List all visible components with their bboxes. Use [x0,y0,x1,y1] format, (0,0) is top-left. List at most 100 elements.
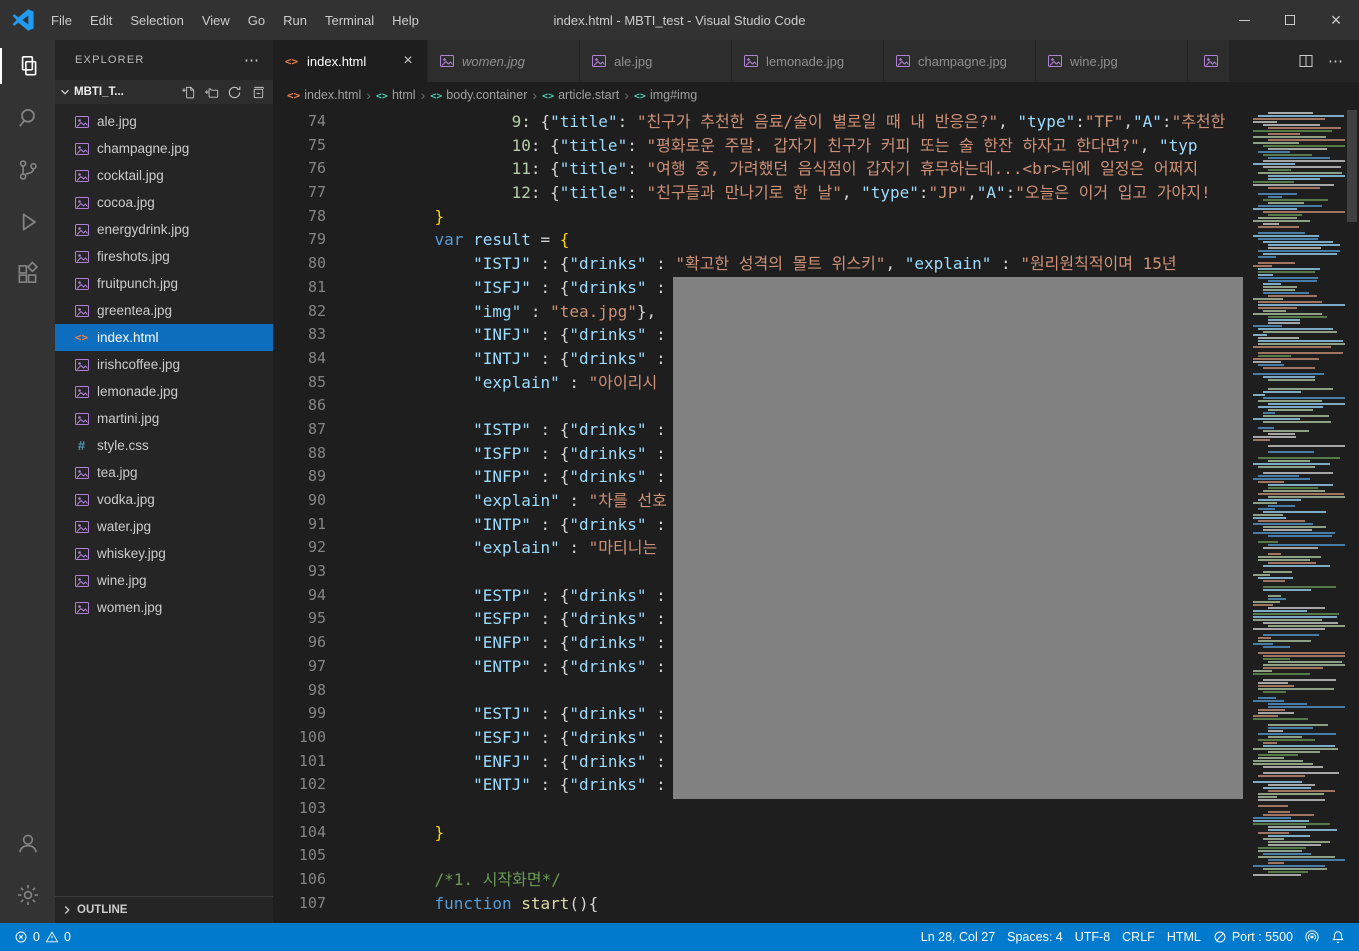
line-number[interactable]: 96 [273,631,396,655]
line-number[interactable]: 104 [273,821,396,845]
folder-section-header[interactable]: MBTI_T... [55,80,273,104]
file-item-tea.jpg[interactable]: tea.jpg [55,459,273,486]
line-number[interactable]: 74 [273,110,396,134]
code-line-105[interactable]: 105 [273,844,1248,868]
file-item-wine.jpg[interactable]: wine.jpg [55,567,273,594]
line-number[interactable]: 89 [273,465,396,489]
line-number[interactable]: 93 [273,560,396,584]
menu-run[interactable]: Run [274,0,316,40]
tab-wine.jpg[interactable]: wine.jpg [1036,40,1188,82]
menu-selection[interactable]: Selection [121,0,192,40]
file-item-martini.jpg[interactable]: martini.jpg [55,405,273,432]
more-actions-button[interactable]: ⋯ [1327,52,1345,70]
breadcrumb-item[interactable]: <> article.start [542,88,619,102]
line-number[interactable]: 80 [273,252,396,276]
line-number[interactable]: 98 [273,679,396,703]
menu-terminal[interactable]: Terminal [316,0,383,40]
new-folder-icon[interactable] [202,83,221,102]
line-number[interactable]: 81 [273,276,396,300]
maximize-button[interactable] [1267,0,1313,40]
language-mode[interactable]: HTML [1161,930,1207,944]
refresh-icon[interactable] [225,83,244,102]
line-number[interactable]: 103 [273,797,396,821]
line-number[interactable]: 92 [273,536,396,560]
collapse-all-icon[interactable] [248,83,267,102]
line-number[interactable]: 102 [273,773,396,797]
line-number[interactable]: 77 [273,181,396,205]
file-item-style.css[interactable]: # style.css [55,432,273,459]
activity-run-debug-icon[interactable] [0,196,55,248]
activity-search-icon[interactable] [0,92,55,144]
line-number[interactable]: 99 [273,702,396,726]
broadcast-button[interactable] [1299,930,1325,944]
problems-indicator[interactable]: 0 0 [8,923,77,951]
line-number[interactable]: 100 [273,726,396,750]
file-item-irishcoffee.jpg[interactable]: irishcoffee.jpg [55,351,273,378]
menu-file[interactable]: File [42,0,81,40]
outline-section[interactable]: OUTLINE [55,896,273,923]
line-number[interactable]: 86 [273,394,396,418]
breadcrumb-item[interactable]: <> html [376,88,416,102]
tab-ale.jpg[interactable]: ale.jpg [580,40,732,82]
notifications-button[interactable] [1325,930,1351,944]
line-number[interactable]: 105 [273,844,396,868]
minimize-button[interactable] [1221,0,1267,40]
live-server-port[interactable]: Port : 5500 [1207,930,1299,944]
file-item-water.jpg[interactable]: water.jpg [55,513,273,540]
file-item-fruitpunch.jpg[interactable]: fruitpunch.jpg [55,270,273,297]
code-line-106[interactable]: 106 /*1. 시작화면*/ [273,868,1248,892]
minimap[interactable] [1248,108,1345,923]
code-editor[interactable]: 74 9: {"title": "친구가 추천한 음료/술이 별로일 때 내 반… [273,108,1359,923]
encoding[interactable]: UTF-8 [1069,930,1116,944]
line-number[interactable]: 95 [273,607,396,631]
menu-view[interactable]: View [193,0,239,40]
line-number[interactable]: 88 [273,442,396,466]
code-line-78[interactable]: 78 } [273,205,1248,229]
line-number[interactable]: 84 [273,347,396,371]
file-item-fireshots.jpg[interactable]: fireshots.jpg [55,243,273,270]
code-line-104[interactable]: 104 } [273,821,1248,845]
line-number[interactable]: 97 [273,655,396,679]
menu-help[interactable]: Help [383,0,428,40]
line-number[interactable]: 85 [273,371,396,395]
line-number[interactable]: 82 [273,300,396,324]
line-number[interactable]: 75 [273,134,396,158]
line-number[interactable]: 107 [273,892,396,916]
file-item-women.jpg[interactable]: women.jpg [55,594,273,621]
tab-champagne.jpg[interactable]: champagne.jpg [884,40,1036,82]
tab-women.jpg[interactable]: women.jpg [428,40,580,82]
activity-source-control-icon[interactable] [0,144,55,196]
indentation[interactable]: Spaces: 4 [1001,930,1069,944]
breadcrumb-item[interactable]: <> index.html [287,88,361,102]
scrollbar-thumb[interactable] [1347,110,1357,222]
file-item-whiskey.jpg[interactable]: whiskey.jpg [55,540,273,567]
tab-lemonade.jpg[interactable]: lemonade.jpg [732,40,884,82]
line-number[interactable]: 78 [273,205,396,229]
scrollbar[interactable] [1345,108,1359,923]
code-line-76[interactable]: 76 11: {"title": "여행 중, 가려했던 음식점이 갑자기 휴무… [273,157,1248,181]
line-number[interactable]: 94 [273,584,396,608]
file-item-cocktail.jpg[interactable]: cocktail.jpg [55,162,273,189]
line-number[interactable]: 91 [273,513,396,537]
activity-extensions-icon[interactable] [0,248,55,300]
file-item-champagne.jpg[interactable]: champagne.jpg [55,135,273,162]
split-editor-button[interactable] [1297,52,1315,70]
line-number[interactable]: 83 [273,323,396,347]
tab-index.html[interactable]: <> index.html × [273,40,428,82]
menu-edit[interactable]: Edit [81,0,121,40]
file-item-ale.jpg[interactable]: ale.jpg [55,108,273,135]
code-line-79[interactable]: 79 var result = { [273,228,1248,252]
menu-go[interactable]: Go [239,0,274,40]
code-line-80[interactable]: 80 "ISTJ" : {"drinks" : "확고한 성격의 몰트 위스키"… [273,252,1248,276]
line-number[interactable]: 90 [273,489,396,513]
cursor-position[interactable]: Ln 28, Col 27 [915,930,1001,944]
code-line-75[interactable]: 75 10: {"title": "평화로운 주말. 갑자기 친구가 커피 또는… [273,134,1248,158]
file-item-energydrink.jpg[interactable]: energydrink.jpg [55,216,273,243]
explorer-more-actions-icon[interactable]: ⋯ [244,51,259,69]
line-number[interactable]: 76 [273,157,396,181]
breadcrumb-item[interactable]: <> img#img [634,88,697,102]
settings-icon[interactable] [0,869,55,921]
activity-explorer-icon[interactable] [0,40,55,92]
file-item-cocoa.jpg[interactable]: cocoa.jpg [55,189,273,216]
tab-partial[interactable] [1188,40,1230,82]
